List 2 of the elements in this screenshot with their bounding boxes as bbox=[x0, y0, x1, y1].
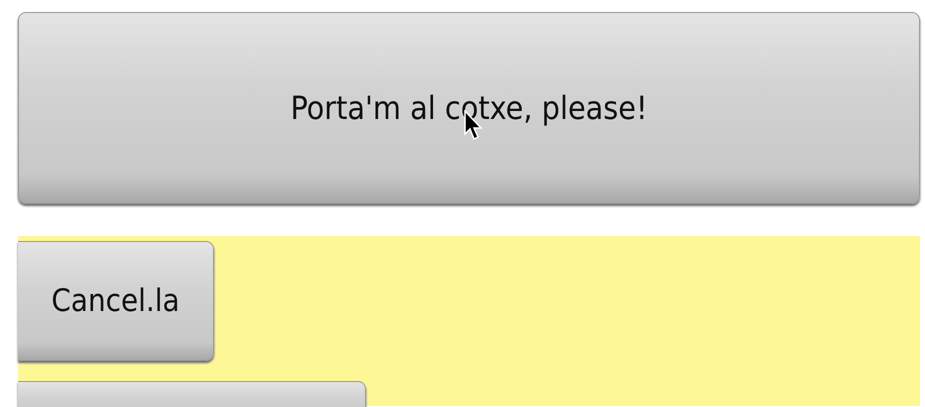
cancel-button[interactable]: Cancel.la bbox=[18, 241, 214, 361]
wide-button[interactable]: Porta'm al cotxe, please! bbox=[18, 12, 920, 204]
